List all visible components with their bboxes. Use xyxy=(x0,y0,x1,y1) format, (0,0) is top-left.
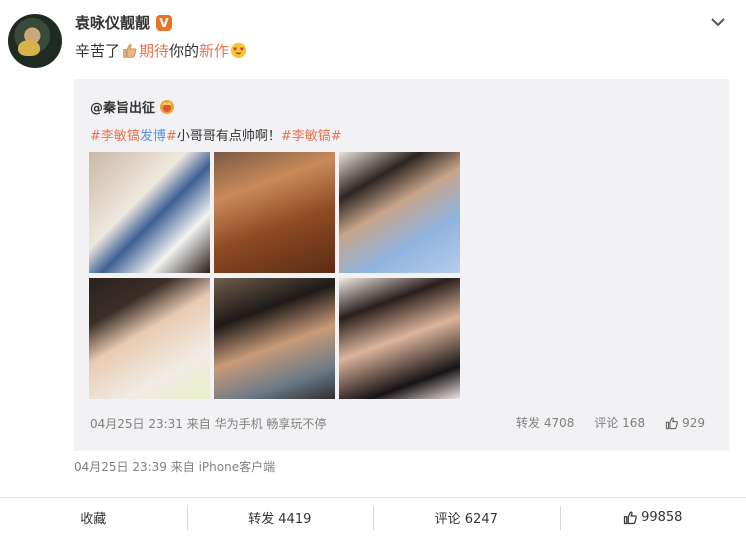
username-text[interactable]: 袁咏仪靓靓 xyxy=(75,12,150,33)
thumbs-up-icon xyxy=(665,416,679,430)
repost-card[interactable]: @秦旨出征 #李敏镐发博#小哥哥有点帅啊！#李敏镐# 04月25日 23:31 … xyxy=(74,79,729,451)
repost-comment-button[interactable]: 评论 168 xyxy=(594,414,645,431)
verified-badge-icon: V xyxy=(156,15,172,31)
post-username[interactable]: 袁咏仪靓靓 V xyxy=(75,12,172,33)
comment-button[interactable]: 评论 6247 xyxy=(373,498,560,537)
like-button[interactable]: 99858 xyxy=(560,498,746,537)
thumbs-up-icon xyxy=(623,510,638,525)
crown-icon xyxy=(159,99,175,115)
photo-thumbnail[interactable] xyxy=(339,278,460,399)
repost-actions: 转发 4708 评论 168 929 xyxy=(516,414,705,431)
avatar[interactable] xyxy=(8,14,62,68)
photo-grid xyxy=(89,152,462,399)
post-text: 辛苦了期待你的新作 xyxy=(75,40,248,61)
photo-thumbnail[interactable] xyxy=(89,152,210,273)
thumbs-up-icon xyxy=(121,42,138,59)
repost-meta: 04月25日 23:31 来自 华为手机 畅享玩不停 xyxy=(90,415,326,432)
post-timestamp[interactable]: 04月25日 23:39 来自 iPhone客户端 xyxy=(74,458,275,475)
heart-eyes-emoji-icon xyxy=(230,42,247,59)
hashtag-link[interactable]: #李敏镐# xyxy=(281,129,342,144)
photo-thumbnail[interactable] xyxy=(339,152,460,273)
repost-forward-button[interactable]: 转发 4708 xyxy=(516,414,574,431)
repost-username[interactable]: @秦旨出征 xyxy=(90,97,175,116)
repost-like-button[interactable]: 929 xyxy=(665,416,705,430)
repost-text: #李敏镐发博#小哥哥有点帅啊！#李敏镐# xyxy=(90,125,342,144)
chevron-down-icon[interactable] xyxy=(708,12,728,32)
action-bar: 收藏 转发 4419 评论 6247 99858 xyxy=(0,497,746,537)
favorite-button[interactable]: 收藏 xyxy=(0,498,187,537)
photo-thumbnail[interactable] xyxy=(214,152,335,273)
hashtag-link[interactable]: #李敏镐发博# xyxy=(90,129,177,144)
photo-thumbnail[interactable] xyxy=(214,278,335,399)
photo-thumbnail[interactable] xyxy=(89,278,210,399)
forward-button[interactable]: 转发 4419 xyxy=(187,498,374,537)
